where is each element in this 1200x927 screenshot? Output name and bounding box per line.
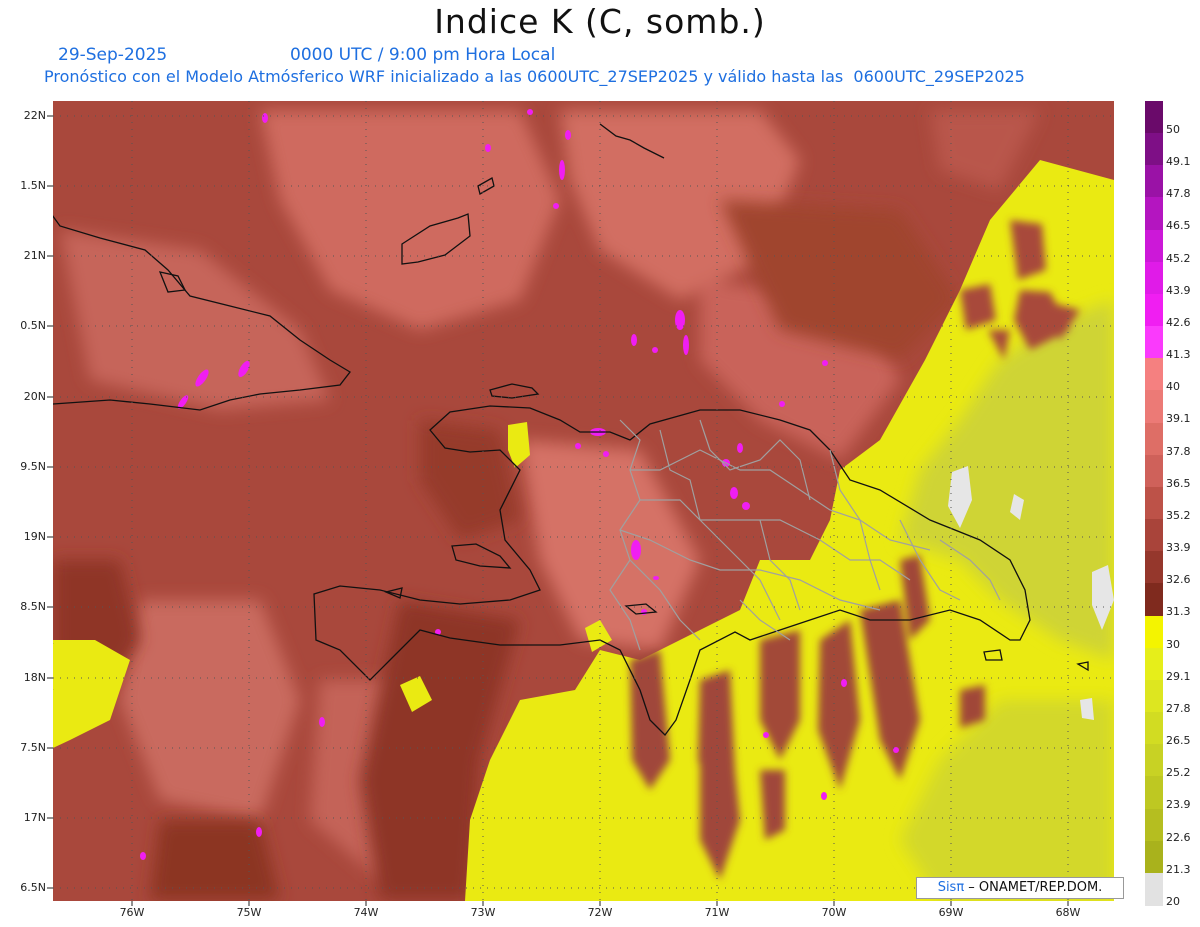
longitude-label: 68W [1055,906,1081,919]
colorbar-swatch [1145,165,1163,199]
latitude-label: 0.5N [20,319,46,332]
colorbar-label: 21.3 [1166,862,1191,876]
colorbar-swatch [1145,390,1163,424]
colorbar-label: 46.5 [1166,219,1191,233]
colorbar-label: 23.9 [1166,798,1191,812]
colorbar-label: 35.2 [1166,508,1191,522]
colorbar-label: 26.5 [1166,734,1191,748]
colorbar-swatch [1145,101,1163,134]
colorbar-swatch [1145,454,1163,488]
colorbar-label: 31.3 [1166,605,1191,619]
colorbar-label: 41.3 [1166,348,1191,362]
latitude-label: 9.5N [20,460,46,473]
colorbar-swatch [1145,293,1163,327]
longitude-label: 75W [236,906,262,919]
colorbar-label: 20 [1166,894,1180,908]
colorbar-label: 25.2 [1166,766,1191,780]
colorbar-swatch [1145,776,1163,810]
longitude-label: 72W [587,906,613,919]
latitude-label: 20N [23,390,46,403]
colorbar-swatch [1145,197,1163,231]
colorbar-label: 40 [1166,380,1180,394]
colorbar-swatch [1145,679,1163,713]
colorbar-label: 42.6 [1166,315,1191,329]
colorbar-swatch [1145,808,1163,842]
latitude-label: 7.5N [20,741,46,754]
longitude-label: 76W [119,906,145,919]
colorbar-swatch [1145,615,1163,649]
forecast-date: 29-Sep-2025 [58,45,168,65]
colorbar-swatch [1145,583,1163,617]
longitude-label: 73W [470,906,496,919]
colorbar-swatch [1145,519,1163,553]
colorbar-label: 29.1 [1166,669,1191,683]
credit-brand: Sisπ [937,880,965,895]
colorbar-swatch [1145,326,1163,360]
colorbar-swatch [1145,712,1163,746]
credit-text: – ONAMET/REP.DOM. [964,880,1103,895]
colorbar-swatch [1145,486,1163,520]
colorbar-swatch [1145,229,1163,263]
colorbar-label: 49.1 [1166,155,1191,169]
colorbar-label: 39.1 [1166,412,1191,426]
latitude-label: 6.5N [20,881,46,894]
colorbar-swatch [1145,872,1163,906]
colorbar-swatch [1145,647,1163,681]
colorbar-label: 33.9 [1166,541,1191,555]
credit-box: Sisπ – ONAMET/REP.DOM. [916,877,1124,899]
colorbar-label: 50 [1166,123,1180,136]
latitude-label: 22N [23,109,46,122]
colorbar-label: 32.6 [1166,573,1191,587]
colorbar-swatch [1145,358,1163,392]
latitude-label: 19N [23,530,46,543]
colorbar-swatch [1145,261,1163,295]
longitude-label: 74W [353,906,379,919]
longitude-label: 70W [821,906,847,919]
latitude-label: 8.5N [20,600,46,613]
colorbar-swatch [1145,840,1163,874]
colorbar-label: 43.9 [1166,283,1191,297]
latitude-label: 18N [23,671,46,684]
colorbar-swatch [1145,551,1163,585]
colorbar-label: 27.8 [1166,701,1191,715]
colorbar-label: 37.8 [1166,444,1191,458]
colorbar-swatch [1145,422,1163,456]
longitude-label: 71W [704,906,730,919]
colorbar-label: 30 [1166,637,1180,651]
forecast-time: 0000 UTC / 9:00 pm Hora Local [290,45,556,65]
k-index-map [47,101,1114,906]
colorbar-label: 22.6 [1166,830,1191,844]
colorbar-label: 47.8 [1166,187,1191,201]
map-title: Indice K (C, somb.) [434,2,766,41]
colorbar-label: 45.2 [1166,251,1191,265]
colorbar-swatch [1145,744,1163,778]
longitude-label: 69W [938,906,964,919]
colorbar-label: 36.5 [1166,476,1191,490]
forecast-description: Pronóstico con el Modelo Atmósferico WRF… [44,67,1025,86]
colorbar-swatch [1145,133,1163,167]
latitude-label: 17N [23,811,46,824]
latitude-label: 1.5N [20,179,46,192]
latitude-label: 21N [23,249,46,262]
